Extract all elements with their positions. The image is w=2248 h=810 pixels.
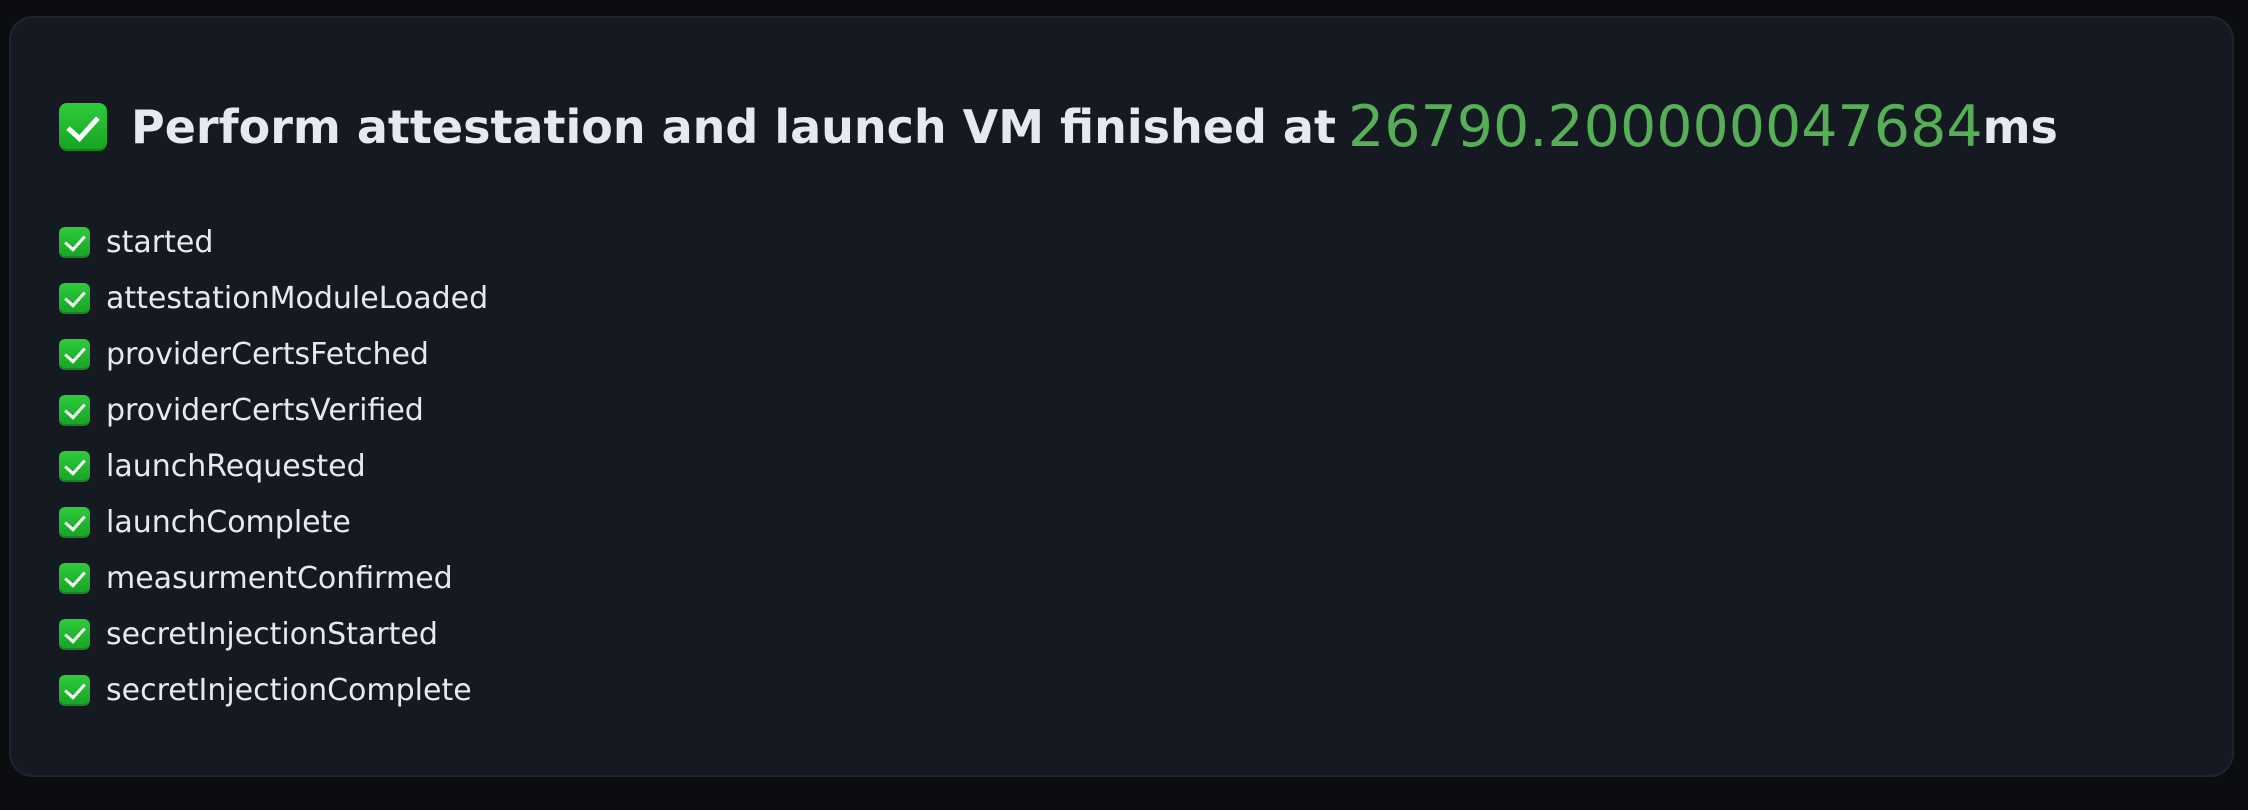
list-item: attestationModuleLoaded [59,270,488,326]
step-label: attestationModuleLoaded [106,280,489,316]
list-item: secretInjectionComplete [59,662,488,718]
elapsed-time-unit: ms [1982,100,2058,154]
list-item: providerCertsFetched [59,326,488,382]
step-list: started attestationModuleLoaded provider… [59,214,488,718]
check-icon [59,338,90,370]
step-label: launchRequested [106,448,366,484]
check-icon [59,450,90,482]
check-icon [59,103,107,151]
list-item: launchRequested [59,438,488,494]
step-label: launchComplete [106,504,351,540]
card-header: Perform attestation and launch VM finish… [59,82,2058,172]
list-item: providerCertsVerified [59,382,488,438]
elapsed-time-value: 26790.200000047684 [1347,94,1983,160]
list-item: started [59,214,488,270]
check-icon [59,282,90,314]
step-label: started [106,224,214,260]
check-icon [59,226,90,258]
list-item: measurmentConfirmed [59,550,488,606]
step-label: measurmentConfirmed [106,560,453,596]
check-icon [59,506,90,538]
check-icon [59,394,90,426]
step-label: providerCertsFetched [106,336,429,372]
step-label: providerCertsVerified [106,392,424,428]
step-label: secretInjectionComplete [106,672,472,708]
check-icon [59,674,90,706]
check-icon [59,618,90,650]
list-item: secretInjectionStarted [59,606,488,662]
page-title: Perform attestation and launch VM finish… [131,100,1336,154]
step-label: secretInjectionStarted [106,616,438,652]
check-icon [59,562,90,594]
list-item: launchComplete [59,494,488,550]
status-card: Perform attestation and launch VM finish… [9,16,2234,777]
